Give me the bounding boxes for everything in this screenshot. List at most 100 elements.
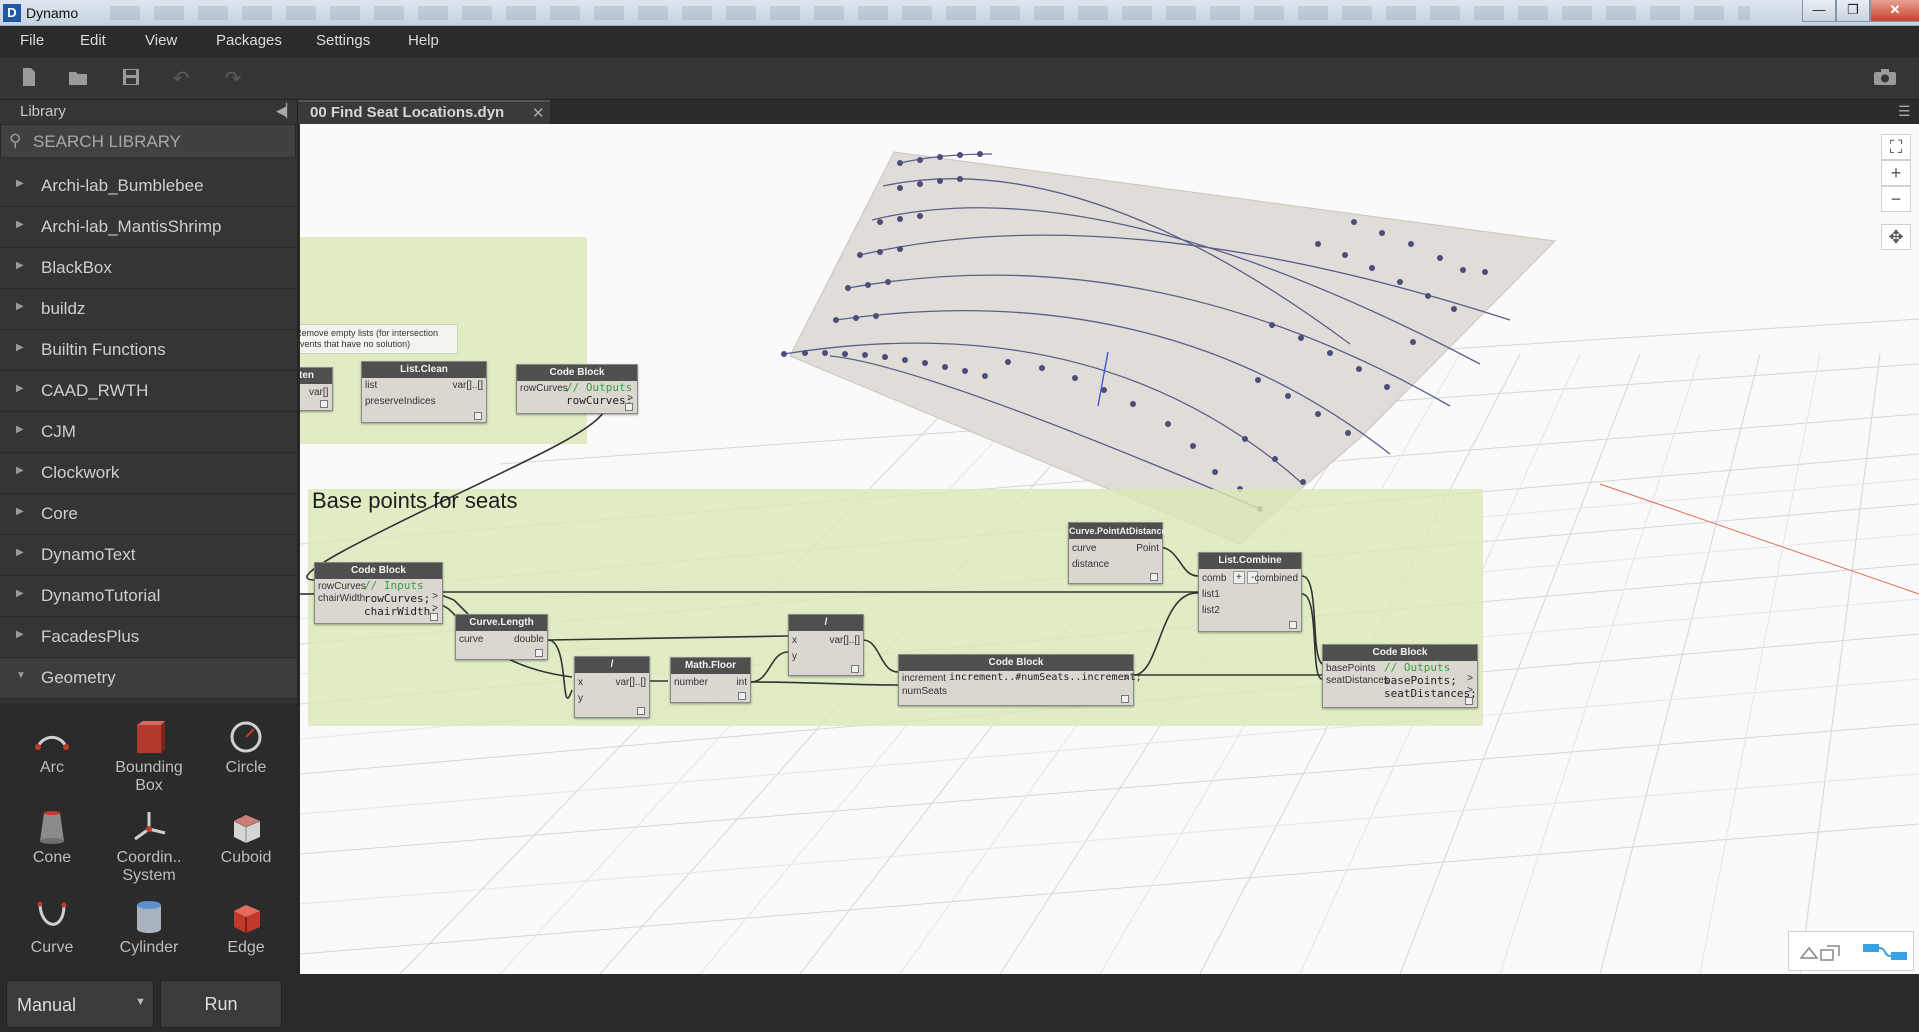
input-port-curve[interactable]: curve bbox=[1072, 543, 1096, 554]
preview-toggle-icon[interactable] bbox=[637, 707, 645, 715]
zoom-in-icon[interactable]: + bbox=[1881, 160, 1911, 186]
geometry-tile-cone[interactable]: Cone bbox=[3, 803, 101, 893]
zoom-out-icon[interactable]: − bbox=[1881, 186, 1911, 212]
geometry-tile-arc[interactable]: Arc bbox=[3, 713, 101, 803]
preview-toggle-icon[interactable] bbox=[320, 400, 328, 408]
geometry-tile-coordinate-system[interactable]: Coordin.. System bbox=[100, 803, 198, 893]
workspace-canvas[interactable]: Base points for seats Remove empty lists… bbox=[300, 124, 1919, 974]
library-category-clockwork[interactable]: ▶ Clockwork bbox=[0, 453, 297, 494]
preview-toggle-icon[interactable] bbox=[1465, 697, 1473, 705]
library-category-blackbox[interactable]: ▶ BlackBox bbox=[0, 248, 297, 289]
geometry-tile-circle[interactable]: Circle bbox=[197, 713, 295, 803]
tab-menu-icon[interactable]: ☰ bbox=[1898, 103, 1911, 120]
input-port-row-curves[interactable]: rowCurves bbox=[318, 581, 366, 592]
geometry-tile-edge[interactable]: Edge bbox=[197, 893, 295, 974]
geometry-tile-cylinder[interactable]: Cylinder bbox=[100, 893, 198, 974]
input-port-distance[interactable]: distance bbox=[1072, 559, 1109, 570]
node-math-floor[interactable]: Math.Floor number int bbox=[670, 657, 751, 703]
minimize-button[interactable]: — bbox=[1802, 0, 1836, 22]
input-port-increment[interactable]: increment bbox=[902, 673, 946, 684]
preview-toggle-icon[interactable] bbox=[1150, 573, 1158, 581]
pan-icon[interactable]: ✥ bbox=[1881, 224, 1911, 250]
node-curve-point-at-distance[interactable]: Curve.PointAtDistance curve distance Poi… bbox=[1068, 522, 1167, 584]
preview-toggle-icon[interactable] bbox=[430, 613, 438, 621]
preview-toggle-icon[interactable] bbox=[535, 649, 543, 657]
output-port-base-points[interactable]: > bbox=[1467, 673, 1473, 684]
output-port-combined[interactable]: combined bbox=[1255, 573, 1298, 584]
graph-view-icon[interactable] bbox=[1861, 940, 1911, 964]
geometry-tile-bounding-box[interactable]: Bounding Box bbox=[100, 713, 198, 803]
input-port-list1[interactable]: list1 bbox=[1202, 589, 1220, 600]
input-port-comb[interactable]: comb bbox=[1202, 573, 1226, 584]
library-category-dynamotutorial[interactable]: ▶ DynamoTutorial bbox=[0, 576, 297, 617]
output-port-var[interactable]: var[]..[] bbox=[615, 677, 646, 688]
input-port-number[interactable]: number bbox=[674, 677, 708, 688]
restore-button[interactable]: ❐ bbox=[1836, 0, 1870, 22]
node-curve-length[interactable]: Curve.Length curve double bbox=[455, 614, 548, 660]
library-category-facadesplus[interactable]: ▶ FacadesPlus bbox=[0, 617, 297, 658]
menu-view[interactable]: View bbox=[145, 32, 177, 49]
output-port-int[interactable]: int bbox=[736, 677, 747, 688]
run-button[interactable]: Run bbox=[160, 980, 282, 1028]
close-button[interactable]: ✕ bbox=[1870, 0, 1919, 22]
camera-icon[interactable] bbox=[1872, 66, 1898, 92]
node-code-block-inputs[interactable]: Code Block rowCurves chairWidth // Input… bbox=[314, 562, 443, 624]
node-list-combine[interactable]: List.Combine comb + - list1 list2 combin… bbox=[1198, 552, 1302, 632]
output-port-double[interactable]: double bbox=[514, 634, 544, 645]
node-divide-2[interactable]: / x y var[]..[] bbox=[788, 614, 864, 676]
output-port-seat-distances[interactable]: > bbox=[1467, 685, 1473, 696]
output-port-var[interactable]: var[]..[] bbox=[452, 380, 483, 391]
menu-packages[interactable]: Packages bbox=[216, 32, 282, 49]
menu-edit[interactable]: Edit bbox=[80, 32, 106, 49]
library-category-archi-lab-mantisshrimp[interactable]: ▶ Archi-lab_MantisShrimp bbox=[0, 207, 297, 248]
output-port-row-curves[interactable]: > bbox=[432, 591, 438, 602]
undo-icon[interactable]: ↶ bbox=[168, 66, 194, 92]
output-port-var[interactable]: var[] bbox=[309, 387, 328, 398]
fit-view-icon[interactable]: ⛶ bbox=[1881, 134, 1911, 160]
geometry-tile-cuboid[interactable]: Cuboid bbox=[197, 803, 295, 893]
tab-close-icon[interactable]: ✕ bbox=[532, 104, 545, 122]
preview-toggle-icon[interactable] bbox=[1121, 695, 1129, 703]
input-port-row-curves[interactable]: rowCurves bbox=[520, 383, 568, 394]
geometry-view-icon[interactable] bbox=[1797, 942, 1847, 962]
input-port-chair-width[interactable]: chairWidth bbox=[318, 593, 365, 604]
new-file-icon[interactable] bbox=[16, 66, 42, 92]
input-port-x[interactable]: x bbox=[792, 635, 797, 646]
output-port-point[interactable]: Point bbox=[1136, 543, 1159, 554]
input-port-curve[interactable]: curve bbox=[459, 634, 483, 645]
collapse-library-icon[interactable]: ◀▏ bbox=[276, 103, 296, 119]
menu-settings[interactable]: Settings bbox=[316, 32, 370, 49]
node-code-block-final-outputs[interactable]: Code Block basePoints seatDistances // O… bbox=[1322, 644, 1478, 708]
preview-toggle-icon[interactable] bbox=[1289, 621, 1297, 629]
input-port-base-points[interactable]: basePoints bbox=[1326, 663, 1375, 674]
input-port-preserve-indices[interactable]: preserveIndices bbox=[365, 396, 436, 407]
output-port-var[interactable]: var[]..[] bbox=[829, 635, 860, 646]
menu-file[interactable]: File bbox=[20, 32, 44, 49]
open-file-icon[interactable] bbox=[66, 66, 92, 92]
library-category-cjm[interactable]: ▶ CJM bbox=[0, 412, 297, 453]
group-title-base-points[interactable]: Base points for seats bbox=[312, 488, 517, 514]
library-category-dynamotext[interactable]: ▶ DynamoText bbox=[0, 535, 297, 576]
geometry-tile-curve[interactable]: Curve bbox=[3, 893, 101, 974]
library-category-builtin-functions[interactable]: ▶ Builtin Functions bbox=[0, 330, 297, 371]
note-remove-empty-lists[interactable]: Remove empty lists (for intersection eve… bbox=[300, 324, 458, 354]
library-category-buildz[interactable]: ▶ buildz bbox=[0, 289, 297, 330]
preview-toggle-icon[interactable] bbox=[474, 412, 482, 420]
code-editor[interactable]: // Outputs rowCurves; bbox=[566, 381, 632, 407]
preview-toggle-icon[interactable] bbox=[851, 665, 859, 673]
preview-toggle-icon[interactable] bbox=[738, 692, 746, 700]
tab-find-seat-locations[interactable]: 00 Find Seat Locations.dyn ✕ bbox=[298, 100, 550, 124]
input-port-seat-distances[interactable]: seatDistances bbox=[1326, 675, 1389, 686]
menu-help[interactable]: Help bbox=[408, 32, 439, 49]
node-code-block-outputs[interactable]: Code Block rowCurves // Outputs rowCurve… bbox=[516, 364, 638, 414]
library-category-geometry[interactable]: ▼ Geometry bbox=[0, 658, 297, 699]
library-category-archi-lab-bumblebee[interactable]: ▶ Archi-lab_Bumblebee bbox=[0, 166, 297, 207]
code-editor[interactable]: // Outputs basePoints; seatDistances; bbox=[1384, 661, 1477, 700]
node-flatten[interactable]: ten var[] bbox=[300, 367, 333, 411]
input-port-y[interactable]: y bbox=[792, 651, 797, 662]
save-icon[interactable] bbox=[118, 66, 144, 92]
preview-toggle-icon[interactable] bbox=[625, 403, 633, 411]
input-port-y[interactable]: y bbox=[578, 693, 583, 704]
library-category-caad-rwth[interactable]: ▶ CAAD_RWTH bbox=[0, 371, 297, 412]
output-port[interactable]: > bbox=[1123, 673, 1129, 684]
